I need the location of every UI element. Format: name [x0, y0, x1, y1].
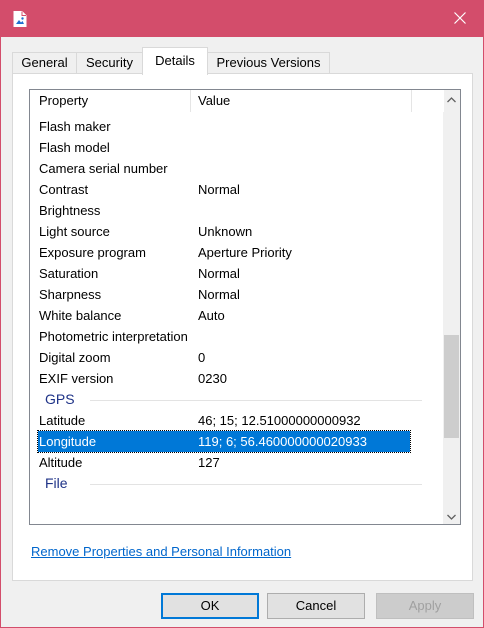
property-name: Saturation — [39, 266, 99, 281]
property-name: Flash model — [39, 140, 110, 155]
ok-button[interactable]: OK — [161, 593, 259, 619]
close-icon — [454, 11, 466, 27]
cancel-button[interactable]: Cancel — [267, 593, 365, 619]
property-row[interactable]: White balance Auto — [30, 305, 444, 326]
property-name: Sharpness — [39, 287, 102, 302]
property-name: Light source — [39, 224, 110, 239]
property-value[interactable]: 0230 — [198, 368, 227, 389]
property-value[interactable]: Normal — [198, 263, 240, 284]
property-row[interactable]: Sharpness Normal — [30, 284, 444, 305]
properties-rows: Lens modelFlash makerFlash modelCamera s… — [30, 90, 444, 524]
tab-previous-versions[interactable]: Previous Versions — [207, 52, 330, 74]
property-name: Longitude — [39, 434, 97, 449]
property-name: Digital zoom — [39, 350, 111, 365]
property-row[interactable]: EXIF version 0230 — [30, 368, 444, 389]
group-header[interactable]: File — [30, 473, 444, 494]
column-divider[interactable] — [411, 90, 412, 112]
property-value[interactable]: 119; 6; 56.460000000020933 — [198, 431, 367, 452]
close-button[interactable] — [437, 1, 483, 37]
property-row[interactable]: Camera serial number — [30, 158, 444, 179]
property-name: Altitude — [39, 455, 83, 470]
property-row[interactable]: Exposure program Aperture Priority — [30, 242, 444, 263]
property-name: Photometric interpretation — [39, 329, 188, 344]
chevron-down-icon — [447, 508, 456, 523]
column-header-property[interactable]: Property — [30, 90, 190, 112]
apply-button[interactable]: Apply — [376, 593, 474, 619]
property-row[interactable]: Light source Unknown — [30, 221, 444, 242]
property-value[interactable]: Normal — [198, 179, 240, 200]
property-value[interactable]: Aperture Priority — [198, 242, 292, 263]
chevron-up-icon — [447, 91, 456, 106]
properties-dialog: General Security Details Previous Versio… — [0, 0, 484, 628]
property-row[interactable]: Flash maker — [30, 116, 444, 137]
property-name: EXIF version — [39, 371, 114, 386]
image-file-icon — [13, 11, 27, 27]
title-bar — [1, 1, 483, 37]
group-label: File — [45, 475, 68, 491]
property-value[interactable]: 127 — [198, 452, 220, 473]
scroll-up-button[interactable] — [443, 90, 460, 107]
property-row[interactable]: Photometric interpretation — [30, 326, 444, 347]
property-row[interactable]: Contrast Normal — [30, 179, 444, 200]
scroll-down-button[interactable] — [443, 507, 460, 524]
tab-general[interactable]: General — [12, 52, 77, 74]
property-value[interactable]: 0 — [198, 347, 205, 368]
group-divider — [90, 484, 422, 485]
details-panel: Lens modelFlash makerFlash modelCamera s… — [12, 73, 473, 581]
property-name: Contrast — [39, 182, 89, 197]
property-value[interactable]: Normal — [198, 284, 240, 305]
property-row[interactable]: Saturation Normal — [30, 263, 444, 284]
group-header[interactable]: GPS — [30, 389, 444, 410]
property-value[interactable]: Auto — [198, 305, 225, 326]
property-name: Flash maker — [39, 119, 111, 134]
scroll-thumb[interactable] — [444, 335, 459, 438]
vertical-scrollbar[interactable] — [443, 90, 460, 524]
property-row[interactable]: Latitude 46; 15; 12.51000000000932 — [30, 410, 444, 431]
properties-list[interactable]: Lens modelFlash makerFlash modelCamera s… — [29, 89, 461, 525]
property-row[interactable]: Digital zoom 0 — [30, 347, 444, 368]
list-header: Property Value — [30, 90, 444, 112]
remove-properties-link[interactable]: Remove Properties and Personal Informati… — [31, 544, 291, 559]
tab-strip: General Security Details Previous Versio… — [12, 47, 472, 75]
property-value[interactable]: 46; 15; 12.51000000000932 — [198, 410, 361, 431]
group-label: GPS — [45, 391, 75, 407]
column-header-value[interactable]: Value — [189, 90, 409, 112]
property-name: Camera serial number — [39, 161, 168, 176]
tab-details[interactable]: Details — [142, 47, 208, 75]
property-row[interactable]: Brightness — [30, 200, 444, 221]
selected-property-row[interactable]: Longitude 119; 6; 56.460000000020933 — [37, 430, 411, 453]
tab-security[interactable]: Security — [76, 52, 143, 74]
property-name: White balance — [39, 308, 122, 323]
property-name: Latitude — [39, 413, 86, 428]
property-name: Brightness — [39, 203, 101, 218]
property-row[interactable]: Flash model — [30, 137, 444, 158]
property-value[interactable]: Unknown — [198, 221, 252, 242]
property-name: Exposure program — [39, 245, 146, 260]
group-divider — [90, 400, 422, 401]
property-row[interactable]: Altitude 127 — [30, 452, 444, 473]
